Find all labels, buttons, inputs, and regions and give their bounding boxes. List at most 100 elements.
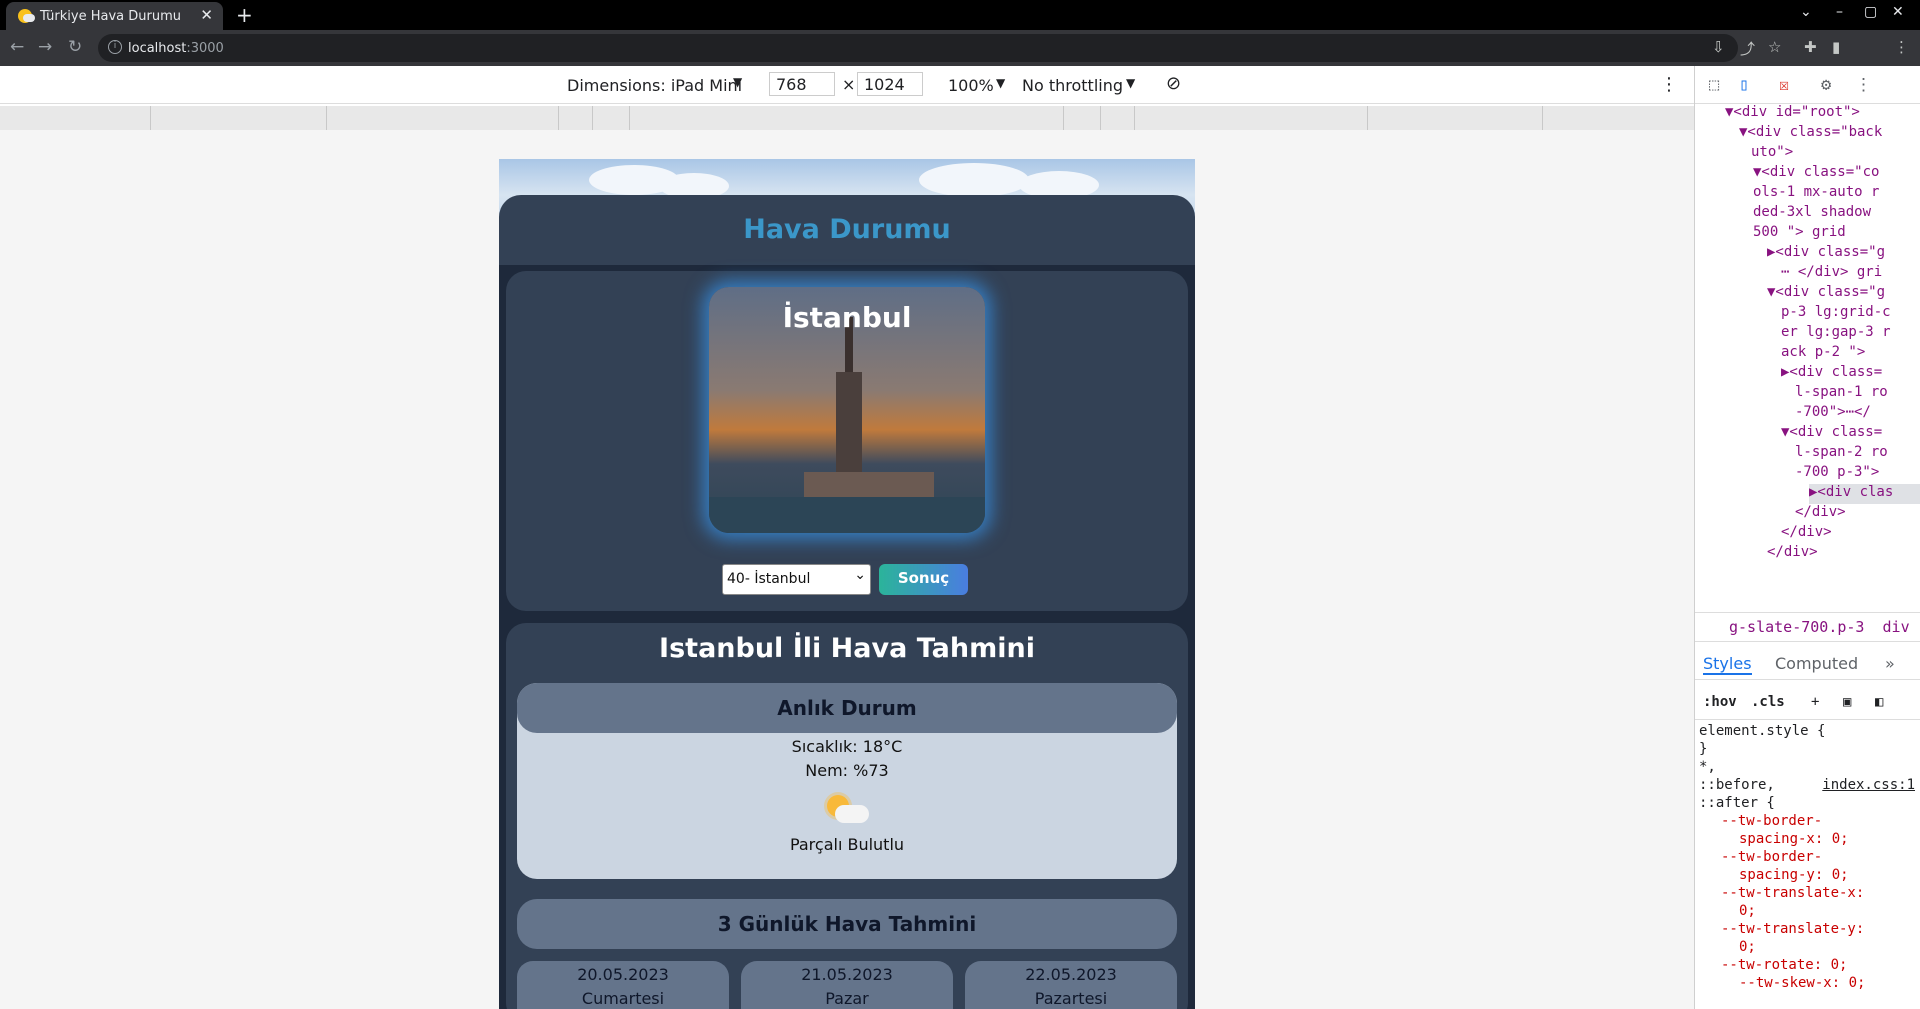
dom-node-line[interactable]: ▶<div clas	[1809, 484, 1920, 504]
forward-icon[interactable]: →	[38, 37, 52, 57]
dom-node-line[interactable]: ▶<div class=	[1781, 364, 1882, 380]
dom-node-line[interactable]: </div>	[1795, 504, 1846, 520]
more-options-icon[interactable]: ⋮	[1660, 74, 1678, 95]
throttling-dropdown[interactable]: No throttling	[1022, 76, 1123, 95]
dom-node-line[interactable]: ▼<div id="root">	[1725, 104, 1860, 120]
menu-dots-icon[interactable]: ⋮	[1894, 38, 1909, 56]
style-line: spacing-x: 0;	[1739, 831, 1849, 847]
city-select[interactable]: 40- İstanbul	[722, 564, 871, 595]
day-card: 20.05.2023 Cumartesi	[517, 961, 729, 1009]
times-icon: ×	[842, 75, 856, 94]
dom-node-line[interactable]: ols-1 mx-auto r	[1753, 184, 1879, 200]
install-icon[interactable]: ⇩	[1712, 38, 1725, 56]
app-page: Hava Durumu İstanbul 40- İstanbul Sonuç …	[499, 159, 1195, 1009]
style-source-link[interactable]: index.css:1	[1822, 776, 1915, 794]
dom-node-line[interactable]: </div>	[1781, 524, 1832, 540]
devtools-panel: ⬚ ▯ ☒ ⚙ ⋮ ▼<div id="root"> ▼<div class="b…	[1694, 66, 1920, 1009]
cls-toggle[interactable]: .cls	[1751, 694, 1785, 710]
reload-icon[interactable]: ↻	[68, 37, 82, 57]
tab-computed[interactable]: Computed	[1775, 654, 1858, 673]
dom-node-line[interactable]: p-3 lg:grid-c	[1781, 304, 1891, 320]
city-name: İstanbul	[782, 301, 912, 334]
side-panel-icon[interactable]: ▮	[1832, 38, 1840, 56]
address-bar-row: ← → ↻ i localhost:3000 ⇩ ⤴ ☆ ✚ ▮ ⋮	[0, 30, 1920, 89]
media-query-ruler[interactable]	[0, 106, 1694, 130]
error-badge-icon[interactable]: ☒	[1779, 75, 1789, 95]
style-line: --tw-border-	[1721, 849, 1823, 865]
forecast-card: Istanbul İli Hava Tahmini Anlık Durum Sı…	[506, 623, 1188, 1009]
style-line: 0;	[1739, 939, 1756, 955]
dom-node-line[interactable]: er lg:gap-3 r	[1781, 324, 1891, 340]
site-info-icon[interactable]: i	[108, 40, 122, 54]
dimensions-dropdown[interactable]: Dimensions: iPad Mini	[567, 76, 742, 95]
partly-cloudy-icon	[823, 793, 871, 827]
app-header: Hava Durumu	[499, 195, 1195, 265]
dom-node-line[interactable]: l-span-1 ro	[1795, 384, 1888, 400]
dom-node-line[interactable]: ▼<div class=	[1781, 424, 1882, 440]
new-tab-icon[interactable]: +	[236, 3, 253, 27]
breadcrumb-item[interactable]: g-slate-700.p-3	[1729, 618, 1864, 636]
inspect-element-icon[interactable]: ⬚	[1709, 75, 1719, 95]
device-toggle-icon[interactable]: ▯	[1739, 75, 1749, 95]
dom-node-line[interactable]: ⋯ </div> gri	[1781, 264, 1882, 280]
day-card: 21.05.2023 Pazar	[741, 961, 953, 1009]
dom-node-line[interactable]: -700">⋯</	[1795, 404, 1871, 420]
sidebar-toggle-icon[interactable]: ◧	[1875, 694, 1883, 710]
style-line: --tw-skew-x: 0;	[1739, 975, 1866, 991]
dimensions-chevron-icon[interactable]: ▼	[733, 75, 742, 89]
dom-node-line[interactable]: ▼<div class="g	[1767, 284, 1885, 300]
humidity-text: Nem: %73	[805, 761, 889, 780]
url-field[interactable]: i localhost:3000	[98, 34, 1738, 62]
breadcrumb-item[interactable]: div	[1883, 618, 1910, 636]
day-name: Cumartesi	[581, 989, 665, 1008]
dom-node-line[interactable]: l-span-2 ro	[1795, 444, 1888, 460]
zoom-chevron-icon[interactable]: ▼	[996, 76, 1005, 90]
throttling-chevron-icon[interactable]: ▼	[1126, 76, 1135, 90]
extensions-icon[interactable]: ✚	[1804, 38, 1817, 56]
rotate-icon[interactable]: ⊘	[1166, 73, 1181, 94]
dom-node-line[interactable]: ▼<div class="back	[1739, 124, 1882, 140]
result-button[interactable]: Sonuç	[879, 564, 968, 595]
dom-node-line[interactable]: uto">	[1751, 144, 1793, 160]
width-input[interactable]: 768	[769, 72, 835, 96]
breadcrumb[interactable]: g-slate-700.p-3 div	[1695, 612, 1920, 642]
styles-pane[interactable]: element.style {} *, index.css:1::before,::…	[1699, 722, 1920, 992]
tab-styles[interactable]: Styles	[1703, 654, 1752, 675]
restore-icon[interactable]: ▢	[1864, 4, 1877, 20]
dom-tree[interactable]: ▼<div id="root"> ▼<div class="back uto"> ▼<…	[1695, 104, 1920, 608]
minimize-icon[interactable]: –	[1836, 4, 1843, 20]
page-title: Hava Durumu	[743, 214, 951, 245]
devtools-menu-icon[interactable]: ⋮	[1855, 75, 1872, 95]
devtools-toolbar: ⬚ ▯ ☒ ⚙ ⋮	[1695, 66, 1920, 104]
dom-node-line[interactable]: ack p-2 ">	[1781, 344, 1865, 360]
dom-node-line[interactable]: ded-3xl shadow	[1753, 204, 1871, 220]
style-line: element.style {	[1699, 723, 1826, 739]
dom-node-line[interactable]: ▶<div class="g	[1767, 244, 1885, 260]
bookmark-star-icon[interactable]: ☆	[1768, 38, 1781, 56]
dom-node-line[interactable]: </div>	[1767, 544, 1818, 560]
hov-toggle[interactable]: :hov	[1703, 694, 1737, 710]
style-line: --tw-translate-y:	[1721, 921, 1865, 937]
height-input[interactable]: 1024	[857, 72, 923, 96]
current-weather-title: Anlık Durum	[517, 683, 1177, 733]
chevron-down-icon[interactable]: ⌄	[1800, 4, 1812, 20]
paint-icon[interactable]: ▣	[1843, 694, 1851, 710]
device-toolbar: Dimensions: iPad Mini ▼ 768 × 1024 100% …	[0, 66, 1694, 104]
back-icon[interactable]: ←	[10, 37, 24, 57]
more-tabs-icon[interactable]: »	[1885, 654, 1895, 673]
zoom-dropdown[interactable]: 100%	[948, 76, 994, 95]
tab-close-icon[interactable]: ✕	[200, 6, 213, 24]
browser-tab-strip: Türkiye Hava Durumu ✕ + ⌄ – ▢ ✕	[0, 0, 1920, 30]
dom-node-line[interactable]: 500 "> grid	[1753, 224, 1846, 240]
share-icon[interactable]: ⤴	[1740, 38, 1755, 59]
settings-gear-icon[interactable]: ⚙	[1821, 75, 1831, 95]
dom-node-line[interactable]: -700 p-3">	[1795, 464, 1879, 480]
dom-node-line[interactable]: ▼<div class="co	[1753, 164, 1879, 180]
url-host: localhost	[128, 40, 187, 56]
style-line: 0;	[1739, 903, 1756, 919]
three-day-panel: 3 Günlük Hava Tahmini 20.05.2023 Cumartes…	[517, 899, 1177, 1009]
style-line: --tw-rotate: 0;	[1721, 957, 1848, 973]
browser-tab[interactable]: Türkiye Hava Durumu ✕	[6, 2, 223, 30]
close-window-icon[interactable]: ✕	[1892, 4, 1904, 20]
add-rule-icon[interactable]: +	[1811, 694, 1819, 710]
